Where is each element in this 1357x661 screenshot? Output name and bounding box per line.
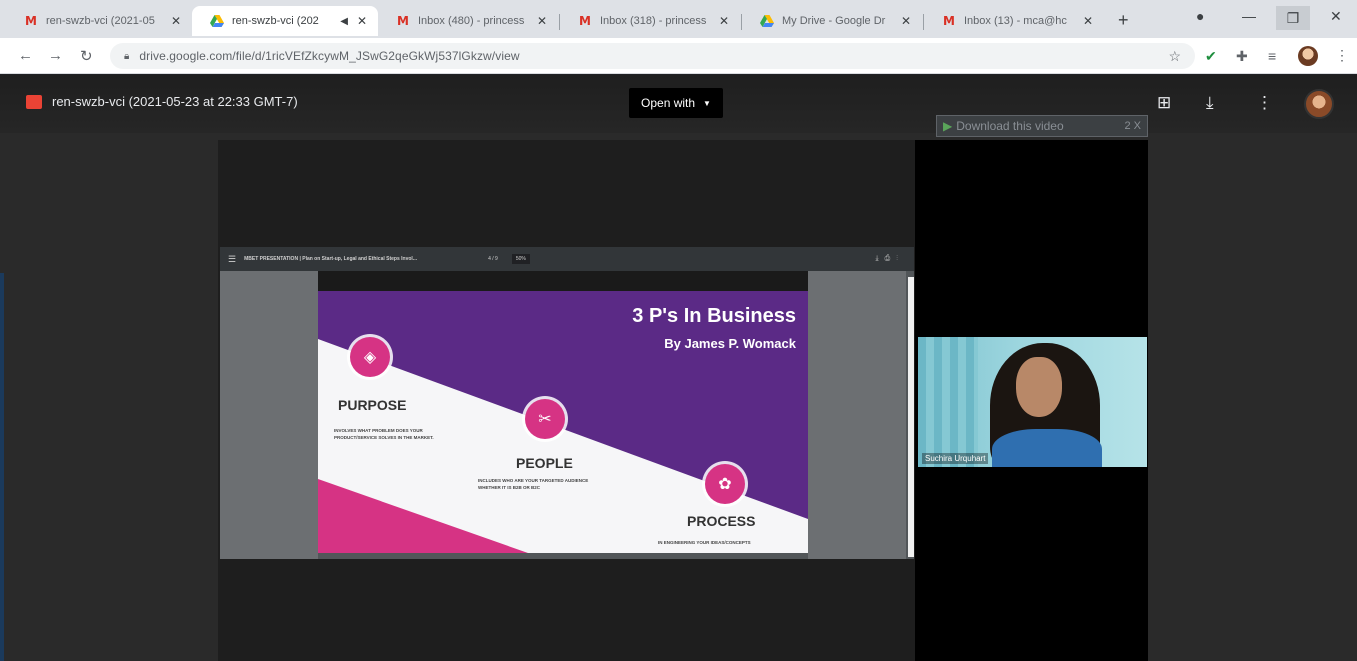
purpose-target-icon: ◈	[350, 337, 390, 377]
speaker-icon[interactable]: ◀	[340, 16, 348, 27]
slide-item-description: IN ENGINEERING YOUR IDEAS/CONCEPTS	[658, 540, 751, 545]
tab-title: My Drive - Google Dr	[782, 15, 886, 27]
participant-face	[1016, 357, 1062, 417]
tab-title: Inbox (480) - princess	[418, 15, 525, 27]
bookmark-star-icon[interactable]: ☆	[1168, 48, 1181, 65]
tab-title: Inbox (13) - mca@hc	[964, 15, 1067, 27]
close-icon[interactable]: ✕	[898, 14, 914, 28]
tab-title: ren-swzb-vci (2021-05	[46, 15, 155, 27]
profile-avatar[interactable]	[1298, 46, 1318, 66]
google-drive-icon	[760, 14, 774, 28]
window-close-button[interactable]: ✕	[1330, 8, 1342, 25]
pdf-page-indicator: 4 / 9	[488, 256, 498, 262]
slide-item-heading: PEOPLE	[516, 455, 573, 471]
pdf-toolbar: ☰ MBET PRESENTATION | Plan on Start-up, …	[220, 247, 914, 271]
address-bar[interactable]: 🔒︎ drive.google.com/file/d/1ricVEfZkcywM…	[110, 43, 1195, 69]
process-gear-icon: ✿	[705, 464, 745, 504]
people-handshake-icon: ✂	[525, 399, 565, 439]
browser-toolbar: ← → ↻ 🔒︎ drive.google.com/file/d/1ricVEf…	[0, 38, 1357, 74]
download-video-label: Download this video	[956, 119, 1064, 133]
video-player[interactable]: ☰ MBET PRESENTATION | Plan on Start-up, …	[218, 140, 1148, 661]
screen-share-area: ☰ MBET PRESENTATION | Plan on Start-up, …	[218, 140, 915, 661]
file-title: ren-swzb-vci (2021-05-23 at 22:33 GMT-7)	[52, 94, 298, 109]
minimize-button[interactable]: —	[1242, 8, 1256, 24]
lock-icon: 🔒︎	[124, 50, 130, 62]
add-comment-icon[interactable]: ⊞	[1157, 93, 1171, 113]
chrome-menu-icon[interactable]: ⋮	[1335, 47, 1349, 64]
google-drive-icon	[210, 14, 224, 28]
download-video-bar[interactable]: ▶ Download this video 2 X	[936, 115, 1148, 137]
slide-subtitle: By James P. Womack	[664, 336, 796, 351]
pdf-actions-icons: ⤓⎙⋮	[875, 255, 904, 262]
checkmark-extension-icon[interactable]: ✔	[1205, 48, 1217, 65]
browser-tab-strip: M ren-swzb-vci (2021-05 ✕ ren-swzb-vci (…	[0, 0, 1357, 38]
tab-title: Inbox (318) - princess	[600, 15, 707, 27]
forward-arrow-icon[interactable]: →	[48, 47, 63, 64]
open-with-button[interactable]: Open with ▼	[629, 88, 723, 118]
drive-file-viewer: ren-swzb-vci (2021-05-23 at 22:33 GMT-7)…	[0, 75, 1357, 661]
account-avatar[interactable]	[1304, 89, 1334, 119]
gmail-icon: M	[579, 14, 591, 28]
slide-item-heading: PURPOSE	[338, 397, 407, 413]
hamburger-menu-icon: ☰	[228, 253, 237, 264]
pdf-margin-left	[220, 271, 318, 559]
download-icon[interactable]: ⤓	[1206, 93, 1214, 113]
profile-menu-icon[interactable]: ●	[1196, 8, 1204, 24]
close-icon[interactable]: ✕	[1080, 14, 1096, 28]
browser-tab[interactable]: M Inbox (318) - princess ✕	[560, 6, 740, 36]
caret-down-icon: ▼	[703, 98, 711, 108]
previous-page-edge	[318, 271, 808, 291]
more-options-icon[interactable]: ⋮	[1256, 93, 1273, 113]
desktop-edge	[0, 273, 4, 661]
reading-list-icon[interactable]: ≡	[1268, 48, 1276, 64]
reload-icon[interactable]: ↻	[80, 47, 93, 65]
participant-name: Suchira Urquhart	[922, 453, 989, 464]
shared-pdf-viewer: ☰ MBET PRESENTATION | Plan on Start-up, …	[220, 247, 914, 559]
restore-button[interactable]: ❐	[1276, 6, 1310, 30]
new-tab-button[interactable]: +	[1118, 10, 1129, 31]
download-count: 2 X	[1124, 120, 1141, 132]
tab-title: ren-swzb-vci (202	[232, 15, 319, 27]
background-curtain	[918, 337, 978, 467]
browser-tab-active[interactable]: ren-swzb-vci (202 ◀ ✕	[192, 6, 378, 36]
gmail-icon: M	[943, 14, 955, 28]
pdf-doc-title: MBET PRESENTATION | Plan on Start-up, Le…	[244, 256, 417, 262]
close-icon[interactable]: ✕	[534, 14, 550, 28]
back-arrow-icon[interactable]: ←	[18, 47, 33, 64]
slide-title: 3 P's In Business	[632, 305, 796, 327]
open-with-label: Open with	[641, 96, 696, 110]
pdf-margin-right	[808, 271, 906, 559]
close-icon[interactable]: ✕	[716, 14, 732, 28]
slide-item-description: INVOLVES WHAT PROBLEM DOES YOUR PRODUCT/…	[334, 428, 434, 440]
pdf-scrollbar	[908, 277, 914, 557]
browser-tab[interactable]: My Drive - Google Dr ✕	[742, 6, 922, 36]
presentation-slide: 3 P's In Business By James P. Womack ◈ P…	[318, 291, 808, 553]
browser-tab[interactable]: M Inbox (480) - princess ✕	[378, 6, 558, 36]
viewer-header: ren-swzb-vci (2021-05-23 at 22:33 GMT-7)…	[0, 75, 1357, 137]
pdf-zoom-level: 50%	[511, 254, 530, 264]
puzzle-extensions-icon[interactable]: ✚	[1236, 48, 1248, 65]
url-text: drive.google.com/file/d/1ricVEfZkcywM_JS…	[139, 49, 520, 63]
gmail-icon: M	[25, 14, 37, 28]
participant-video-tile: Suchira Urquhart	[918, 337, 1147, 467]
gmail-icon: M	[397, 14, 409, 28]
video-file-icon	[26, 95, 42, 109]
participant-shirt	[992, 429, 1102, 467]
slide-item-description: INCLUDES WHO ARE YOUR TARGETED AUDIENCE …	[478, 478, 589, 490]
browser-tab[interactable]: M Inbox (13) - mca@hc ✕	[924, 6, 1104, 36]
close-icon[interactable]: ✕	[354, 14, 370, 28]
slide-item-heading: PROCESS	[687, 513, 756, 529]
close-icon[interactable]: ✕	[168, 14, 184, 28]
browser-tab[interactable]: M ren-swzb-vci (2021-05 ✕	[6, 6, 192, 36]
play-icon: ▶	[943, 119, 953, 133]
